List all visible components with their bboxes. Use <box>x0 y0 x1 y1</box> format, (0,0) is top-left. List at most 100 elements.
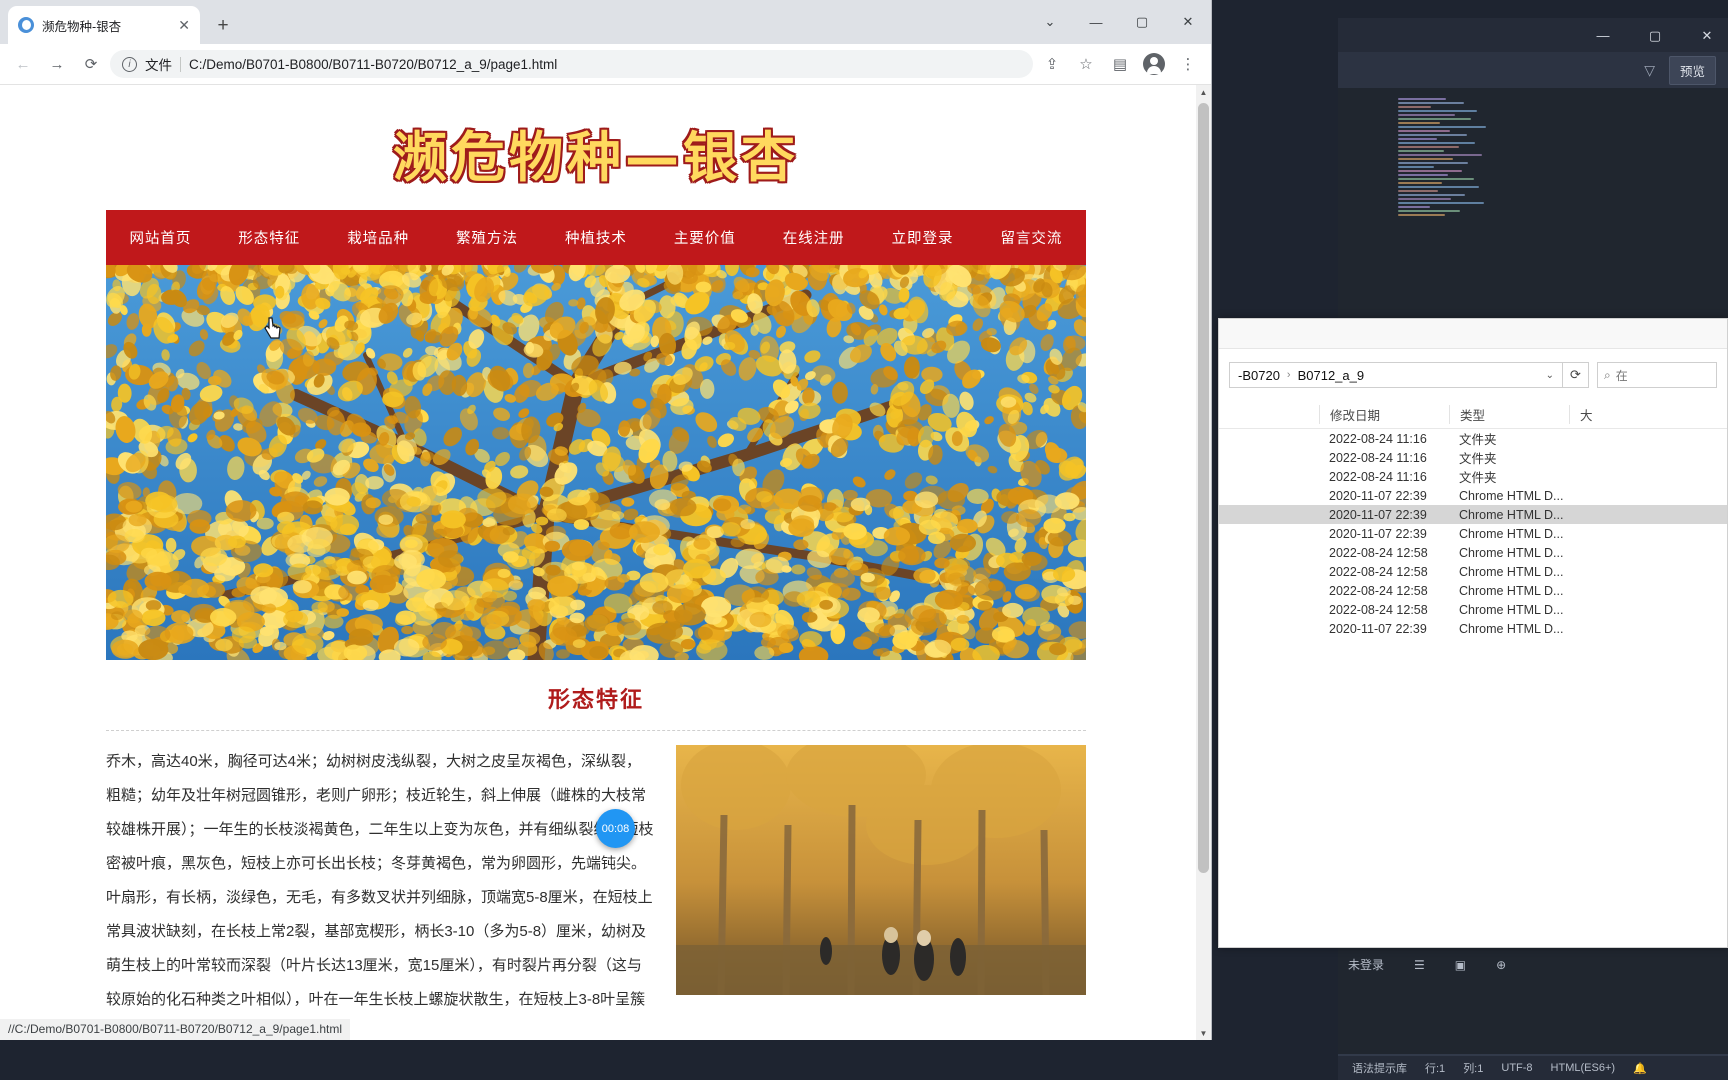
statusbar-hint[interactable]: 语法提示库 <box>1352 1060 1407 1076</box>
row-type-cell: Chrome HTML D... <box>1459 488 1564 503</box>
vscode-close-button[interactable]: ✕ <box>1696 29 1718 42</box>
recording-timer-badge: 00:08 <box>596 809 635 848</box>
nav-item-0[interactable]: 网站首页 <box>129 227 191 248</box>
url-text: C:/Demo/B0701-B0800/B0711-B0720/B0712_a_… <box>189 56 558 72</box>
bell-icon[interactable]: 🔔 <box>1633 1062 1647 1075</box>
close-button[interactable]: ✕ <box>1165 0 1211 44</box>
menu-icon[interactable]: ⋮ <box>1173 49 1203 79</box>
filter-icon[interactable]: ▽ <box>1644 62 1655 79</box>
vscode-bottom-editor[interactable]: <!----End----login---> 未登录 ☰ ▣ ⊕ <box>1338 930 1728 1070</box>
column-header-type[interactable]: 类型 <box>1449 405 1569 424</box>
nav-item-3[interactable]: 繁殖方法 <box>456 227 518 248</box>
search-input[interactable]: ⌕ 在 <box>1597 362 1717 388</box>
terminal-icon[interactable]: ▣ <box>1455 958 1466 972</box>
share-icon[interactable]: ⇪ <box>1037 49 1067 79</box>
row-date-cell: 2020-11-07 22:39 <box>1329 621 1427 636</box>
nav-item-6[interactable]: 在线注册 <box>783 227 845 248</box>
table-row[interactable]: 2022-08-24 11:16 文件夹 <box>1219 429 1727 448</box>
ginkgo-canopy-illustration <box>106 265 1086 660</box>
vscode-statusbar: 语法提示库 行:1 列:1 UTF-8 HTML(ES6+) 🔔 <box>1338 1055 1728 1080</box>
scroll-down-button[interactable]: ▼ <box>1196 1026 1211 1040</box>
back-icon[interactable]: ← <box>8 49 38 79</box>
scrollbar-thumb[interactable] <box>1198 103 1209 873</box>
divider <box>106 730 1086 731</box>
vscode-minimap[interactable] <box>1398 98 1508 218</box>
nav-item-5[interactable]: 主要价值 <box>674 227 736 248</box>
avatar[interactable] <box>1139 49 1169 79</box>
table-row[interactable]: 2020-11-07 22:39 Chrome HTML D... <box>1219 619 1727 638</box>
scroll-up-button[interactable]: ▲ <box>1196 85 1211 100</box>
table-row[interactable]: 2020-11-07 22:39 Chrome HTML D... <box>1219 524 1727 543</box>
preview-button[interactable]: 预览 <box>1668 55 1716 85</box>
chevron-right-icon: › <box>1286 369 1291 381</box>
table-row[interactable]: 2020-11-07 22:39 Chrome HTML D... <box>1219 486 1727 505</box>
row-type-cell: Chrome HTML D... <box>1459 507 1564 522</box>
table-row[interactable]: 2020-11-07 22:39 Chrome HTML D... <box>1219 505 1727 524</box>
breadcrumb-parent[interactable]: -B0720 <box>1238 368 1280 383</box>
close-icon[interactable]: ✕ <box>178 18 190 32</box>
row-date-cell: 2022-08-24 12:58 <box>1329 583 1428 598</box>
forward-icon[interactable]: → <box>42 49 72 79</box>
row-date-cell: 2022-08-24 11:16 <box>1329 469 1427 484</box>
vscode-login-status[interactable]: 未登录 <box>1348 956 1384 973</box>
explorer-toolbar <box>1219 319 1727 349</box>
nav-item-4[interactable]: 种植技术 <box>565 227 627 248</box>
nav-item-1[interactable]: 形态特征 <box>238 227 300 248</box>
breadcrumb-current[interactable]: B0712_a_9 <box>1298 368 1365 383</box>
row-type-cell: Chrome HTML D... <box>1459 564 1564 579</box>
reload-icon[interactable]: ⟳ <box>76 49 106 79</box>
table-row[interactable]: 2022-08-24 11:16 文件夹 <box>1219 448 1727 467</box>
new-tab-button[interactable]: + <box>210 14 236 40</box>
side-panel-icon[interactable]: ▤ <box>1105 49 1135 79</box>
statusbar-line[interactable]: 行:1 <box>1425 1060 1445 1076</box>
table-row[interactable]: 2022-08-24 12:58 Chrome HTML D... <box>1219 581 1727 600</box>
vscode-window-controls[interactable]: — ▢ ✕ <box>1592 18 1718 52</box>
page-scrollbar[interactable]: ▲ ▼ <box>1196 85 1211 1040</box>
mouse-cursor-pointer <box>264 317 281 339</box>
nav-item-2[interactable]: 栽培品种 <box>347 227 409 248</box>
list-icon[interactable]: ☰ <box>1414 958 1425 972</box>
file-explorer-window: -B0720 › B0712_a_9 ⌄ ⟳ ⌕ 在 修改日期 类型 大 202… <box>1218 318 1728 948</box>
bookmark-star-icon[interactable]: ☆ <box>1071 49 1101 79</box>
row-type-cell: 文件夹 <box>1459 433 1497 447</box>
table-row[interactable]: 2022-08-24 12:58 Chrome HTML D... <box>1219 543 1727 562</box>
refresh-button[interactable]: ⟳ <box>1563 362 1589 388</box>
table-row[interactable]: 2022-08-24 12:58 Chrome HTML D... <box>1219 562 1727 581</box>
address-bar[interactable]: i 文件 C:/Demo/B0701-B0800/B0711-B0720/B07… <box>110 50 1033 78</box>
globe-icon[interactable]: ⊕ <box>1496 958 1506 972</box>
column-header-date[interactable]: 修改日期 <box>1319 405 1449 424</box>
screen: — ▢ ✕ ▽ 预览 未登录 ☰ ▣ ⊕ 语法提示库 行:1 列:1 UTF-8… <box>0 0 1728 1080</box>
row-date-cell: 2020-11-07 22:39 <box>1329 507 1427 522</box>
explorer-file-list[interactable]: 2022-08-24 11:16 文件夹 2022-08-24 11:16 文件夹 20… <box>1219 429 1727 638</box>
info-icon[interactable]: i <box>122 56 137 72</box>
section-title: 形态特征 <box>547 687 644 713</box>
row-date-cell: 2020-11-07 22:39 <box>1329 526 1427 541</box>
statusbar-language[interactable]: HTML(ES6+) <box>1551 1062 1616 1074</box>
statusbar-encoding[interactable]: UTF-8 <box>1501 1062 1532 1074</box>
explorer-address-bar: -B0720 › B0712_a_9 ⌄ ⟳ ⌕ 在 <box>1219 349 1727 401</box>
maximize-button[interactable]: ▢ <box>1119 0 1165 44</box>
breadcrumb[interactable]: -B0720 › B0712_a_9 ⌄ <box>1229 362 1563 388</box>
page-title: 濒危物种—银杏 <box>393 126 799 189</box>
ginkgo-forest-photo <box>676 745 1086 995</box>
vscode-titlebar: — ▢ ✕ <box>1338 18 1728 52</box>
vscode-minimize-button[interactable]: — <box>1592 29 1614 42</box>
hero-image <box>106 265 1086 660</box>
vscode-maximize-button[interactable]: ▢ <box>1644 29 1666 42</box>
row-type-cell: Chrome HTML D... <box>1459 602 1564 617</box>
browser-tab[interactable]: 濒危物种-银杏 ✕ <box>8 6 200 44</box>
chevron-down-icon[interactable]: ⌄ <box>1546 370 1554 381</box>
row-date-cell: 2022-08-24 11:16 <box>1329 450 1427 465</box>
chrome-browser-window: 濒危物种-银杏 ✕ + ⌄ — ▢ ✕ ← → ⟳ i 文件 C:/Demo/B… <box>0 0 1212 1040</box>
minimize-button[interactable]: — <box>1073 0 1119 44</box>
tab-title: 濒危物种-银杏 <box>42 19 122 34</box>
column-header-size[interactable]: 大 <box>1569 405 1649 424</box>
nav-item-7[interactable]: 立即登录 <box>892 227 954 248</box>
nav-item-8[interactable]: 留言交流 <box>1000 227 1062 248</box>
main-navigation[interactable]: 网站首页 形态特征 栽培品种 繁殖方法 种植技术 主要价值 在线注册 立即登录 留言交流 <box>106 210 1086 265</box>
table-row[interactable]: 2022-08-24 11:16 文件夹 <box>1219 467 1727 486</box>
tab-search-chevron-icon[interactable]: ⌄ <box>1027 0 1073 44</box>
row-date-cell: 2022-08-24 12:58 <box>1329 602 1428 617</box>
statusbar-column[interactable]: 列:1 <box>1463 1060 1483 1076</box>
table-row[interactable]: 2022-08-24 12:58 Chrome HTML D... <box>1219 600 1727 619</box>
